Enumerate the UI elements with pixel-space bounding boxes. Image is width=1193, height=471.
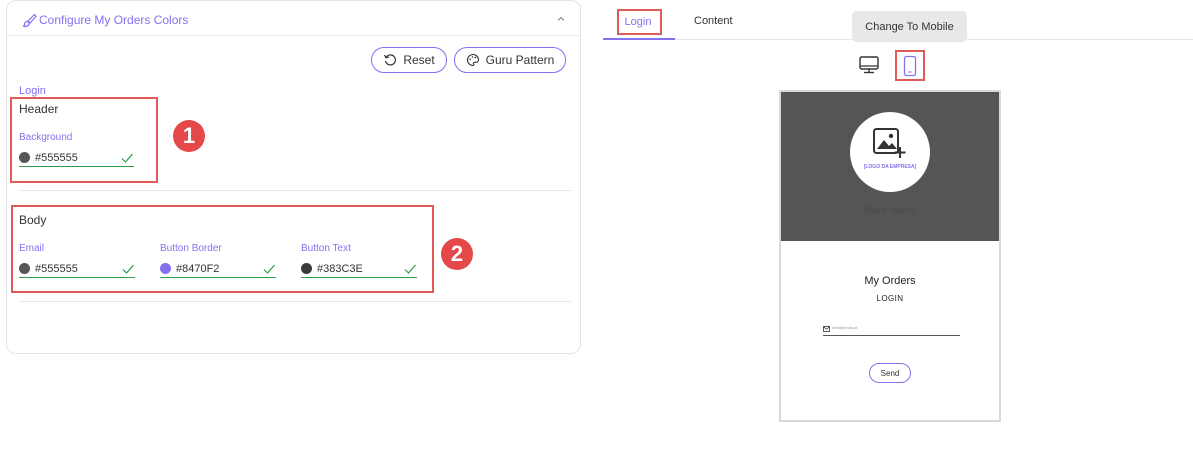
guru-pattern-button[interactable]: Guru Pattern	[454, 47, 566, 73]
desktop-icon[interactable]	[858, 54, 880, 76]
reset-button[interactable]: Reset	[371, 47, 447, 73]
envelope-icon	[823, 326, 830, 332]
my-orders-title: My Orders	[864, 275, 916, 287]
login-subtitle: LOGIN	[876, 294, 904, 303]
tab-content[interactable]: Content	[694, 15, 733, 27]
brush-icon	[22, 13, 37, 28]
logo-placeholder[interactable]: [LOGO DA EMPRESA]	[850, 112, 930, 192]
mobile-device-button[interactable]	[895, 50, 925, 81]
chevron-up-icon[interactable]	[555, 13, 567, 25]
device-tooltip: Change To Mobile	[852, 11, 967, 42]
add-image-icon	[873, 128, 906, 158]
active-tab-indicator	[603, 38, 675, 40]
section-divider	[19, 190, 571, 191]
store-name: Store Name	[863, 206, 917, 217]
mobile-preview: [LOGO DA EMPRESA] Store Name My Orders L…	[779, 90, 1001, 422]
panel-title[interactable]: Configure My Orders Colors	[39, 13, 188, 27]
reset-icon	[384, 54, 397, 66]
logo-label: [LOGO DA EMPRESA]	[863, 164, 917, 170]
guru-pattern-button-label: Guru Pattern	[485, 53, 555, 67]
panel-header-divider	[7, 35, 580, 36]
callout-header-box	[10, 97, 158, 183]
reset-button-label: Reset	[403, 53, 435, 67]
mobile-icon	[903, 55, 917, 76]
preview-header: [LOGO DA EMPRESA] Store Name	[781, 92, 999, 241]
section-divider	[19, 301, 571, 302]
send-button[interactable]: Send	[869, 363, 911, 383]
callout-badge-2: 2	[441, 238, 473, 270]
email-input[interactable]: email@mail.pt	[832, 325, 857, 330]
callout-badge-1: 1	[173, 120, 205, 152]
login-section-label: Login	[19, 85, 46, 97]
callout-body-box	[11, 205, 434, 293]
email-input-underline	[823, 335, 960, 336]
callout-login-tab	[617, 9, 662, 35]
palette-icon	[466, 53, 479, 67]
